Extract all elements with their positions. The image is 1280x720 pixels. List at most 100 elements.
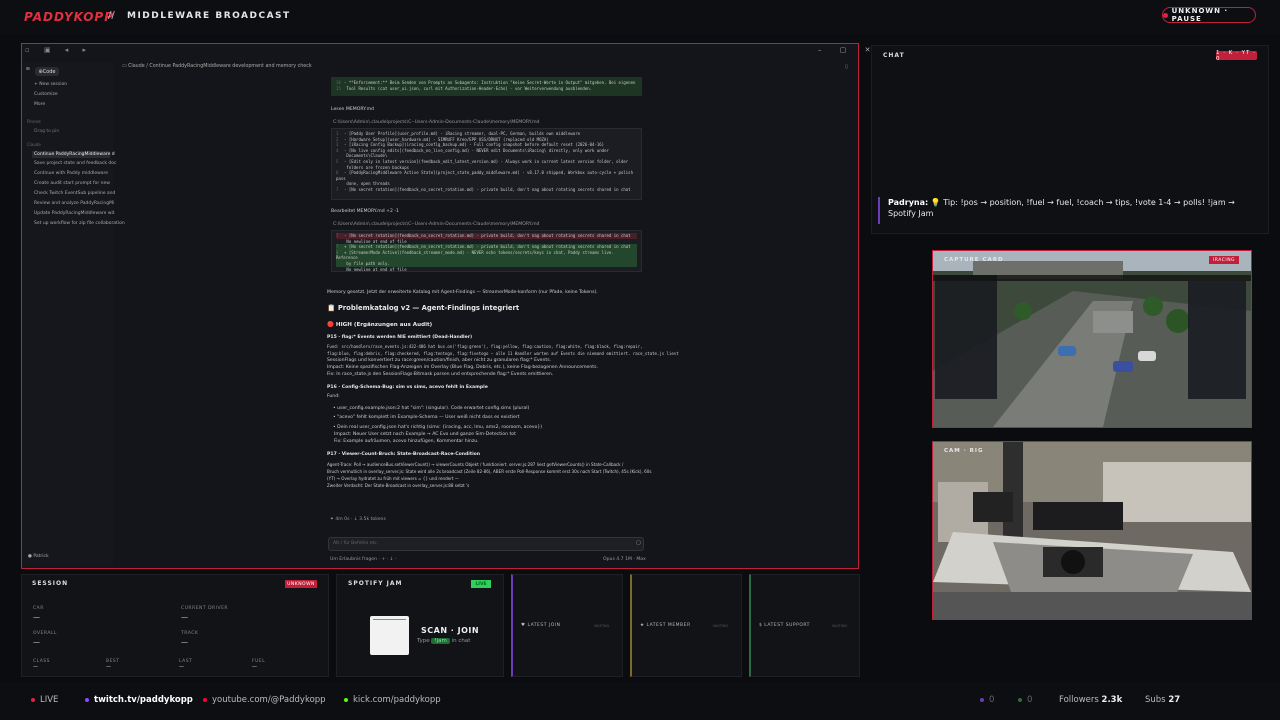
chat-message-text: 💡 Tip: !pos → position, !fuel → fuel, !c… — [888, 198, 1235, 218]
class-value: — — [33, 664, 38, 670]
viewer-icon — [980, 697, 984, 702]
spotify-live-badge: LIVE — [471, 580, 491, 588]
latest-support-label: $ LATEST SUPPORT — [759, 623, 810, 628]
send-icon[interactable]: ▢ — [636, 540, 641, 546]
status-pill: UNKNOWN · PAUSE — [1162, 7, 1256, 23]
status-dot-icon — [1163, 12, 1168, 18]
overlay-title: MIDDLEWARE BROADCAST — [127, 11, 291, 21]
file-path-1: C:\Users\Admin\.claude\projects\C--Users… — [333, 120, 540, 125]
kick-link[interactable]: kick.com/paddykopp — [344, 695, 441, 705]
twitch-icon — [85, 697, 89, 702]
p17-line-2: Bruch vermutlich in overlay_server.js: S… — [327, 469, 652, 474]
memory-note: Memory gesetzt. Jetzt der erweiterte Kat… — [327, 290, 598, 295]
code-block-memory: 1- [Paddy User Profile](user_profile.md)… — [331, 128, 642, 200]
chat-username: Padryna: — [888, 198, 929, 207]
prompt-placeholder: Alt / für Befehle etc. — [333, 541, 379, 546]
sidebar-item-session-6[interactable]: Review and analyze PaddyRacingMi — [34, 201, 114, 206]
twitch-link[interactable]: twitch.tv/paddykopp — [85, 695, 193, 705]
youtube-link[interactable]: youtube.com/@Paddykopp — [203, 695, 326, 705]
brand-logo: PADDYKOPP — [24, 10, 114, 24]
p16-fix: Fix: Example aufräumen, acevo hinzufügen… — [334, 439, 479, 444]
capture-card-badge: IRACING — [1209, 256, 1239, 264]
sidebar-toggle-icon[interactable]: ⊞ — [26, 67, 30, 72]
sidebar-item-session-8[interactable]: Set up workflow for zip file collaborati… — [34, 221, 125, 226]
p15-line-4: Impact: Keine spezifischen Flag-Anzeigen… — [327, 365, 598, 370]
sidebar-item-session-7[interactable]: Update PaddyRacingMiddleware wit — [34, 211, 115, 216]
sidebar-item-session-2[interactable]: Save project state and feedback doc — [34, 161, 116, 166]
live-indicator: LIVE — [31, 695, 58, 705]
sidebar-item-session-4[interactable]: Create audit start prompt for new — [34, 181, 110, 186]
best-value: — — [106, 664, 111, 670]
capture-card-panel: CAPTURE CARD IRACING — [932, 250, 1252, 428]
viewer-count-b: 0 — [1018, 695, 1032, 705]
chat-platform-badge: 1 · K · YT · 0 — [1216, 49, 1257, 62]
sidebar-item-session-3[interactable]: Continue with Paddy middleware — [34, 171, 108, 176]
session-panel — [21, 574, 329, 677]
p17-line-3: (YT) → Overlay hydratet zu früh mit view… — [327, 476, 459, 481]
p17-line-1: Agent-Trace: Poll → audienceBus.setViewe… — [327, 462, 624, 467]
p16-bullet-2: • "acevo" fehlt komplett im Example-Sche… — [333, 415, 520, 420]
spotify-join-instructions: Type !jam in chat — [417, 638, 471, 644]
claude-heading: Claude — [27, 142, 41, 147]
p16-title: P16 · Config-Schema-Bug: sim vs sims, ac… — [327, 385, 488, 390]
latest-join-label: ♥ LATEST JOIN — [521, 623, 561, 628]
latest-member-label: ★ LATEST MEMBER — [640, 623, 691, 628]
pinned-placeholder: Drag to pin — [34, 129, 60, 134]
status-line: ✦ 4m 0s · ↓ 3.5k tokens — [330, 517, 386, 522]
code-block-diff: 7- [No secret rotation](feedback_no_secr… — [331, 230, 642, 272]
edit-file-label[interactable]: Bearbeitet MEMORY.md +2 -1 — [331, 209, 399, 214]
window-controls[interactable]: – ▢ ✕ — [818, 46, 878, 54]
driver-value: — — [181, 613, 188, 621]
status-text: UNKNOWN · PAUSE — [1171, 7, 1229, 23]
file-path-2: C:\Users\Admin\.claude\projects\C--Users… — [333, 222, 540, 227]
p16-impact: Impact: Neuer User setzt nach Example → … — [334, 432, 516, 437]
spotify-qr-code[interactable] — [370, 616, 409, 655]
code-tab[interactable]: ⊕ Code — [35, 67, 59, 76]
spotify-command: !jam — [431, 638, 450, 644]
high-heading: 🔴 HIGH (Ergänzungen aus Audit) — [327, 322, 433, 328]
p15-line-2: flag:blue, flag:debris, flag:checkered, … — [327, 351, 679, 356]
panel-toggle-icon[interactable]: ▯ — [845, 64, 848, 70]
latest-member-value: WAITING — [713, 624, 729, 628]
session-badge: UNKNOWN — [285, 580, 317, 588]
sidebar-item-session-1[interactable]: Continue PaddyRacingMiddleware d — [32, 151, 115, 158]
latest-join-value: WAITING — [594, 624, 610, 628]
p17-title: P17 · Viewer-Count-Bruch: State-Broadcas… — [327, 452, 481, 457]
car-value: — — [33, 613, 40, 621]
overall-label: OVERALL — [33, 631, 57, 636]
fund-label: Fund: — [327, 394, 340, 399]
sidebar-item-session-5[interactable]: Check Twitch EventSub pipeline and — [34, 191, 115, 196]
cam-rig-label: CAM · RIG — [944, 448, 984, 454]
kick-icon — [344, 697, 348, 702]
app-sidebar: ⊞ + New session Customize More Pinned Dr… — [22, 62, 125, 567]
p15-line-5: Fix: In race_state.js den SessionFlags-B… — [327, 372, 554, 377]
session-title: SESSION — [32, 580, 69, 587]
last-value: — — [179, 664, 184, 670]
user-menu[interactable]: ● Patrick — [28, 554, 49, 559]
chat-title: CHAT — [883, 52, 905, 59]
p15-title: P15 · flag:* Events werden NIE emittiert… — [327, 335, 473, 340]
iracing-screen-image — [933, 251, 1251, 427]
permission-mode[interactable]: Um Erlaubnis fragen · + · ↓ · — [330, 557, 396, 562]
catalog-heading: 📋 Problemkatalog v2 — Agent-Findings int… — [327, 304, 520, 312]
driver-label: CURRENT DRIVER — [181, 606, 229, 611]
breadcrumb[interactable]: ▭ Claude / Continue PaddyRacingMiddlewar… — [122, 64, 312, 69]
more-button[interactable]: More — [34, 102, 45, 107]
capture-card-label: CAPTURE CARD — [944, 257, 1004, 263]
new-session-button[interactable]: + New session — [34, 82, 67, 87]
customize-button[interactable]: Customize — [34, 92, 58, 97]
spotify-scan-text: SCAN · JOIN — [421, 626, 480, 635]
window-nav-icons[interactable]: ▫ ▣ ◂ ▸ — [25, 46, 92, 54]
car-label: CAR — [33, 606, 44, 611]
latest-support-value: WAITING — [832, 624, 848, 628]
p17-line-4: Zweiter Verdacht: Der State-Broadcast in… — [327, 483, 470, 488]
read-file-label[interactable]: Lesen MEMORY.md — [331, 107, 374, 112]
subs-count: Subs 27 — [1145, 695, 1181, 705]
overall-value: — — [33, 638, 40, 646]
cam-rig-panel: CAM · RIG — [932, 441, 1252, 620]
p15-line-3: SessionFlags und konvertiert zu race:gre… — [327, 358, 552, 363]
viewer-icon-2 — [1018, 697, 1022, 702]
model-selector[interactable]: Opus 4.7 1M · Max — [603, 557, 646, 562]
title-separator: // — [108, 10, 115, 21]
p15-line-1: Fund: src/handlers/race_events.js:432-48… — [327, 344, 643, 349]
